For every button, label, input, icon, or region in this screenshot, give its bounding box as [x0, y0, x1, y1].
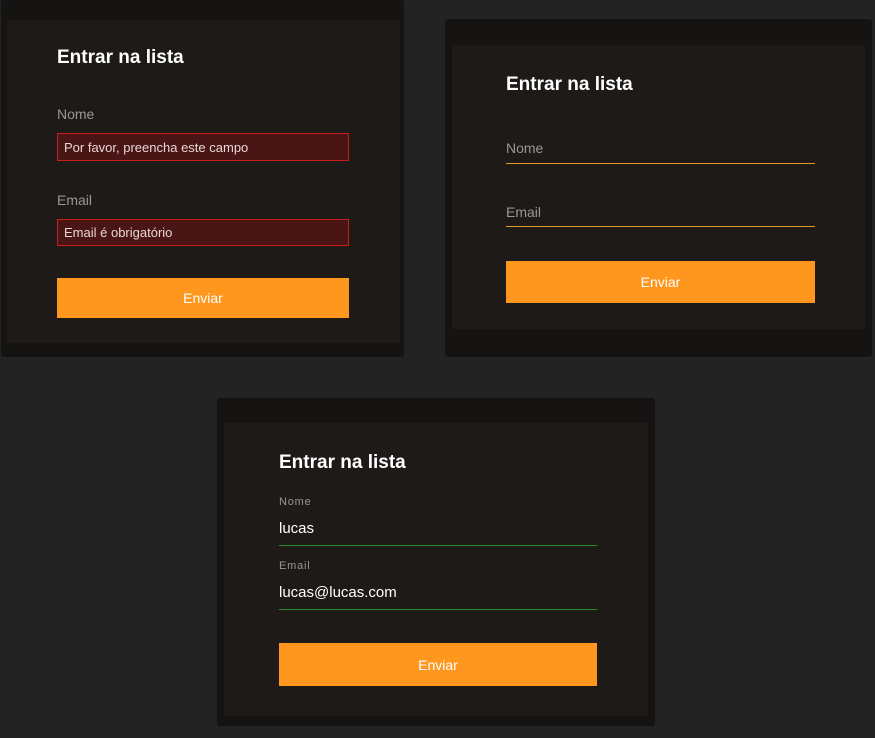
- email-error-message: Email é obrigatório: [64, 225, 173, 240]
- name-label: Nome: [279, 496, 312, 508]
- name-error-message: Por favor, preencha este campo: [64, 139, 249, 155]
- submit-button[interactable]: Enviar: [57, 278, 349, 318]
- form-title: Entrar na lista: [506, 74, 633, 95]
- email-input-error[interactable]: Email é obrigatório: [57, 219, 349, 246]
- email-input[interactable]: [279, 575, 597, 610]
- form-title: Entrar na lista: [57, 47, 184, 68]
- name-input-error[interactable]: Por favor, preencha este campo: [57, 133, 349, 161]
- email-input[interactable]: [506, 197, 815, 227]
- email-label: Email: [279, 560, 311, 572]
- form-card-filled: Entrar na lista Nome Email Enviar: [217, 398, 655, 726]
- email-label: Email: [57, 192, 93, 208]
- name-input[interactable]: [279, 511, 597, 546]
- form-card-empty: Entrar na lista Enviar: [445, 19, 872, 357]
- submit-button[interactable]: Enviar: [506, 261, 815, 303]
- form-card-error: Entrar na lista Nome Por favor, preencha…: [1, 0, 404, 357]
- submit-button[interactable]: Enviar: [279, 643, 597, 686]
- form-card-error-body: Entrar na lista Nome Por favor, preencha…: [7, 20, 400, 343]
- form-title: Entrar na lista: [279, 452, 406, 473]
- form-card-empty-body: Entrar na lista Enviar: [452, 45, 865, 329]
- name-input[interactable]: [506, 133, 815, 164]
- name-label: Nome: [57, 106, 95, 122]
- form-card-filled-body: Entrar na lista Nome Email Enviar: [224, 423, 648, 716]
